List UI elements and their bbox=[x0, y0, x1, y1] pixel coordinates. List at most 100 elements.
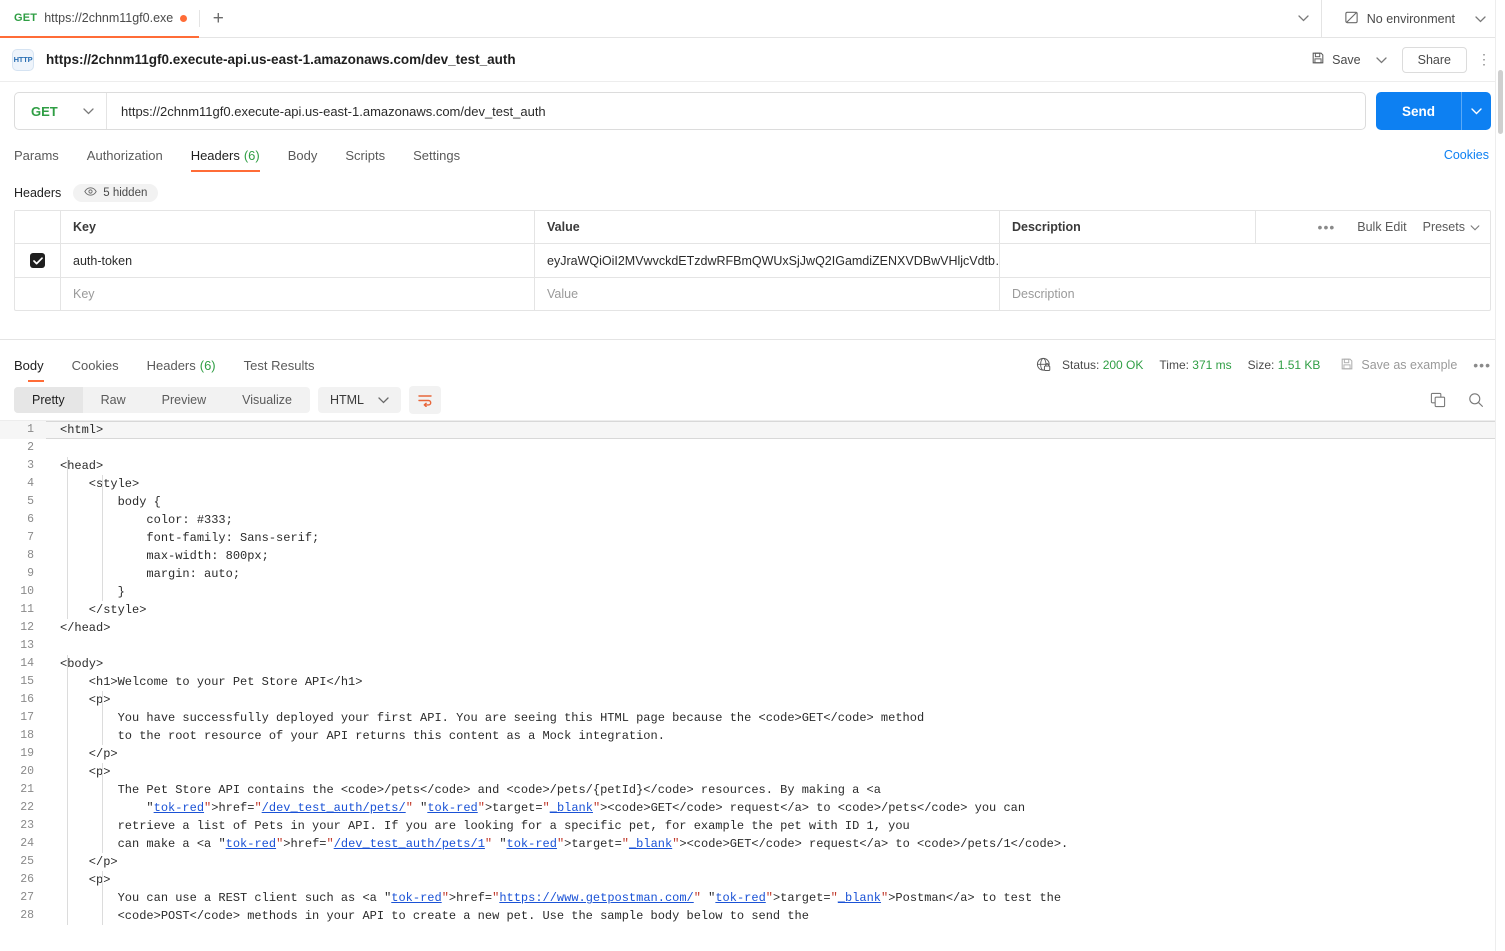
response-tabs: Body Cookies Headers (6) Test Results St… bbox=[0, 348, 1505, 382]
tab-settings-label: Settings bbox=[413, 147, 461, 163]
tab-headers-label: Headers bbox=[190, 147, 240, 163]
http-method-label: GET bbox=[31, 103, 58, 119]
empty-value-input[interactable]: Value bbox=[535, 278, 1000, 310]
code-line-number: 2 bbox=[27, 441, 34, 454]
view-mode-raw[interactable]: Raw bbox=[83, 387, 144, 413]
headers-section-label: Headers bbox=[14, 186, 62, 200]
save-as-example-label: Save as example bbox=[1361, 358, 1458, 372]
http-protocol-icon: HTTP bbox=[12, 48, 34, 71]
tab-headers-count: (6) bbox=[243, 147, 260, 163]
code-line: 11 </style> bbox=[0, 601, 1505, 619]
presets-button[interactable]: Presets bbox=[1417, 220, 1486, 234]
code-line-text bbox=[46, 439, 1505, 457]
response-tab-cookies-label: Cookies bbox=[71, 357, 119, 373]
code-indent-guide bbox=[102, 691, 103, 745]
tab-list-chevron-down-icon[interactable] bbox=[1287, 0, 1321, 37]
cookies-link[interactable]: Cookies bbox=[1444, 148, 1491, 162]
request-more-options-icon[interactable]: ⋮ bbox=[1467, 51, 1491, 68]
save-as-example-button[interactable]: Save as example bbox=[1336, 357, 1457, 374]
save-options-chevron-down-icon[interactable] bbox=[1369, 46, 1394, 74]
view-mode-preview[interactable]: Preview bbox=[144, 387, 224, 413]
response-more-options-icon[interactable]: ••• bbox=[1457, 357, 1491, 373]
tab-body[interactable]: Body bbox=[274, 138, 332, 172]
code-line: 3 <head> bbox=[0, 457, 1505, 475]
share-button[interactable]: Share bbox=[1401, 46, 1467, 73]
header-value-input[interactable]: eyJraWQiOiI2MVwvckdETzdwRFBmQWUxSjJwQ2IG… bbox=[535, 244, 1000, 277]
header-enabled-checkbox[interactable] bbox=[30, 253, 45, 268]
response-view-mode-group: Pretty Raw Preview Visualize bbox=[14, 387, 310, 413]
code-line-text: <style> bbox=[60, 477, 140, 491]
tab-params[interactable]: Params bbox=[14, 138, 73, 172]
response-body-code-view[interactable]: 1 <html> 2 3 <head> 4 <style> 5 body {6 color… bbox=[0, 420, 1505, 951]
response-language-selector[interactable]: HTML bbox=[317, 387, 401, 413]
request-tabs: Params Authorization Headers (6) Body Sc… bbox=[0, 138, 1505, 172]
view-mode-visualize[interactable]: Visualize bbox=[224, 387, 310, 413]
hidden-headers-toggle[interactable]: 5 hidden bbox=[73, 184, 159, 202]
header-key-input[interactable]: auth-token bbox=[61, 244, 535, 277]
wrap-lines-button[interactable] bbox=[408, 386, 441, 414]
code-line-text: "tok-red">href="/dev_test_auth/pets/" "t… bbox=[146, 801, 1026, 815]
code-line-text: <head> bbox=[60, 459, 104, 473]
header-description-input[interactable] bbox=[1000, 244, 1490, 277]
environment-label: No environment bbox=[1366, 12, 1455, 26]
table-row[interactable]: auth-token eyJraWQiOiI2MVwvckdETzdwRFBmQ… bbox=[15, 244, 1490, 278]
http-method-selector[interactable]: GET bbox=[15, 93, 107, 129]
code-indent-guide bbox=[102, 763, 103, 853]
view-mode-pretty[interactable]: Pretty bbox=[14, 387, 83, 413]
response-tab-body-label: Body bbox=[14, 357, 44, 373]
save-label: Save bbox=[1332, 52, 1361, 67]
response-tab-body[interactable]: Body bbox=[14, 348, 58, 382]
header-col-description: Description bbox=[1000, 211, 1256, 243]
new-tab-button[interactable]: + bbox=[200, 0, 236, 38]
pane-splitter[interactable] bbox=[0, 311, 1505, 339]
request-title: https://2chnm11gf0.execute-api.us-east-1… bbox=[46, 52, 516, 67]
empty-key-input[interactable]: Key bbox=[61, 278, 535, 310]
code-line-number: 11 bbox=[20, 603, 34, 616]
response-tab-test-results[interactable]: Test Results bbox=[230, 348, 329, 382]
environment-selector[interactable]: No environment bbox=[1336, 5, 1494, 33]
copy-icon[interactable] bbox=[1423, 386, 1453, 414]
response-tab-headers-count: (6) bbox=[199, 357, 216, 373]
code-line: 10 } bbox=[0, 583, 1505, 601]
empty-description-input[interactable]: Description bbox=[1000, 278, 1490, 310]
tab-authorization[interactable]: Authorization bbox=[73, 138, 177, 172]
search-icon[interactable] bbox=[1461, 386, 1491, 414]
code-line: 19 </p> bbox=[0, 745, 1505, 763]
response-tab-headers-label: Headers bbox=[146, 357, 196, 373]
code-line-number: 10 bbox=[20, 585, 34, 598]
tab-scripts[interactable]: Scripts bbox=[331, 138, 399, 172]
tab-headers[interactable]: Headers (6) bbox=[177, 138, 274, 172]
code-line-text: </p> bbox=[60, 855, 118, 869]
request-tab-active[interactable]: GET https://2chnm11gf0.exe bbox=[0, 0, 200, 38]
headers-more-options-icon[interactable]: ••• bbox=[1306, 219, 1348, 235]
code-line: 12 </head> bbox=[0, 619, 1505, 637]
tab-authorization-label: Authorization bbox=[86, 147, 163, 163]
response-meta: Status: 200 OK Time: 371 ms Size: 1.51 K… bbox=[1036, 357, 1336, 373]
response-tab-headers[interactable]: Headers (6) bbox=[133, 348, 230, 382]
response-tab-cookies[interactable]: Cookies bbox=[58, 348, 133, 382]
url-box: GET bbox=[14, 92, 1366, 130]
header-row-checkbox-cell bbox=[15, 244, 61, 277]
window-scrollbar[interactable] bbox=[1495, 0, 1505, 951]
table-row-empty[interactable]: Key Value Description bbox=[15, 278, 1490, 310]
url-input[interactable] bbox=[107, 93, 1365, 129]
presets-label: Presets bbox=[1422, 220, 1465, 234]
postman-app: GET https://2chnm11gf0.exe + No environm… bbox=[0, 0, 1505, 951]
tab-settings[interactable]: Settings bbox=[399, 138, 474, 172]
code-line-text: margin: auto; bbox=[60, 567, 241, 581]
code-line-number: 23 bbox=[20, 819, 34, 832]
response-view-bar: Pretty Raw Preview Visualize HTML bbox=[0, 382, 1505, 420]
code-line: 24 can make a <a "tok-red">href="/dev_te… bbox=[0, 835, 1505, 853]
code-line-text: } bbox=[60, 585, 125, 599]
code-line-number: 22 bbox=[20, 801, 34, 814]
window-scroll-thumb[interactable] bbox=[1498, 70, 1503, 134]
code-line: 8 max-width: 800px; bbox=[0, 547, 1505, 565]
language-chevron-down-icon bbox=[378, 393, 389, 407]
code-line: 5 body { bbox=[0, 493, 1505, 511]
send-button[interactable]: Send bbox=[1376, 92, 1461, 130]
code-line-text: body { bbox=[60, 495, 161, 509]
send-options-chevron-down-icon[interactable] bbox=[1461, 92, 1491, 130]
code-line: 22 "tok-red">href="/dev_test_auth/pets/"… bbox=[0, 799, 1505, 817]
bulk-edit-button[interactable]: Bulk Edit bbox=[1347, 220, 1416, 234]
save-button[interactable]: Save bbox=[1303, 46, 1369, 73]
